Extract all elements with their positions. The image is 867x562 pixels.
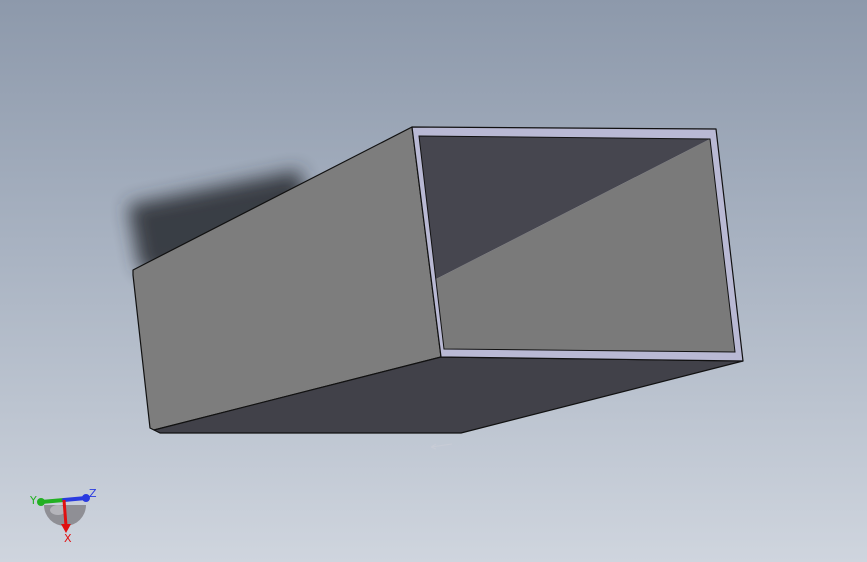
triad-x-label: X [64, 532, 72, 545]
origin-marker-icon [430, 443, 453, 450]
graphics-viewport[interactable]: Y Z X [0, 0, 867, 562]
triad-y-cap [37, 498, 45, 506]
triad-z-label: Z [89, 487, 97, 500]
reference-triad[interactable]: Y Z X [29, 487, 97, 545]
triad-y-label: Y [29, 494, 37, 507]
model-canvas[interactable]: Y Z X [0, 0, 867, 562]
triad-x-axis [62, 499, 68, 527]
